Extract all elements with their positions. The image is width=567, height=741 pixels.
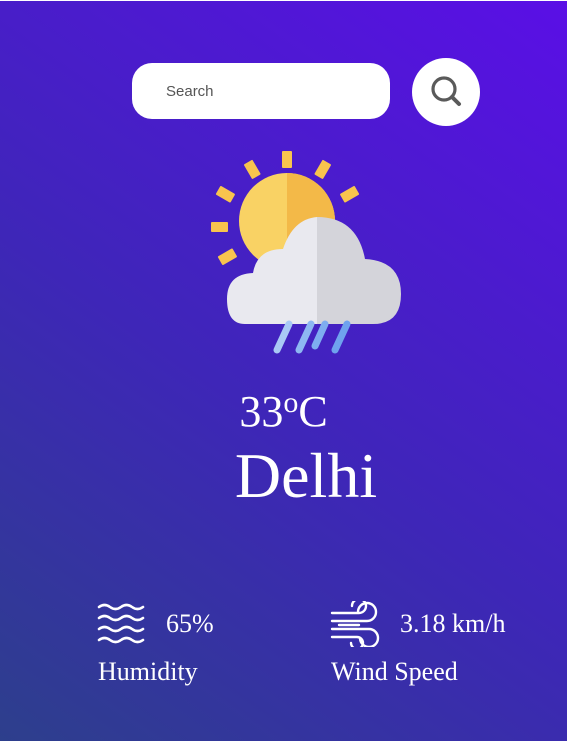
temperature-value: 33	[239, 387, 284, 436]
weather-card: 33oC Delhi 65% Humidity 3.18 km/h Wind S	[0, 1, 567, 741]
search-button[interactable]	[412, 58, 480, 126]
search-icon	[429, 74, 463, 111]
city-name: Delhi	[234, 440, 378, 511]
temperature-scale: C	[298, 387, 328, 436]
waves-icon	[96, 603, 146, 650]
wind-value: 3.18 km/h	[400, 609, 506, 638]
sun-cloud-rain-icon	[205, 149, 405, 364]
degree-symbol: o	[283, 386, 299, 419]
humidity-label: Humidity	[98, 657, 198, 686]
temperature: 33oC	[0, 375, 567, 440]
humidity-value: 65%	[166, 609, 214, 638]
wind-icon	[329, 597, 381, 652]
wind-label: Wind Speed	[331, 657, 458, 686]
search-input[interactable]	[132, 63, 390, 119]
